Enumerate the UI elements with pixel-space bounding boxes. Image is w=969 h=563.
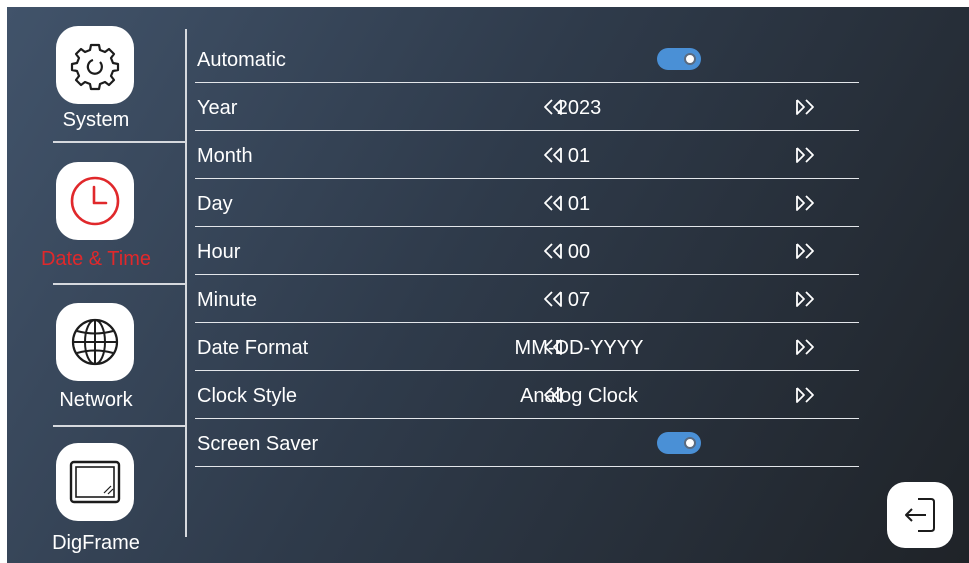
setting-row-month: Month 01 bbox=[195, 131, 859, 179]
toggle-knob bbox=[684, 53, 696, 65]
setting-label: Minute bbox=[197, 289, 258, 311]
setting-label: Date Format bbox=[197, 337, 309, 359]
double-chevron-right-icon[interactable] bbox=[793, 287, 817, 311]
day-value: 01 bbox=[567, 193, 591, 215]
sidebar-item-digframe[interactable]: DigFrame bbox=[7, 427, 185, 563]
settings-screen: System Date & Time Network DigFrame Auto… bbox=[7, 7, 969, 563]
setting-row-clock-style: Clock Style Analog Clock bbox=[195, 371, 859, 419]
clock-icon bbox=[56, 162, 134, 240]
setting-label: Screen Saver bbox=[197, 433, 319, 455]
sidebar-item-date-time[interactable]: Date & Time bbox=[7, 147, 185, 287]
sidebar-divider bbox=[53, 283, 185, 285]
exit-icon bbox=[905, 498, 935, 532]
globe-icon bbox=[56, 303, 134, 381]
sidebar-divider bbox=[53, 141, 185, 143]
date-time-settings-list: Automatic Year 2023 Month 01 Day 01 Hour… bbox=[195, 35, 859, 467]
double-chevron-right-icon[interactable] bbox=[793, 143, 817, 167]
double-chevron-right-icon[interactable] bbox=[793, 191, 817, 215]
setting-label: Clock Style bbox=[197, 385, 298, 407]
setting-row-automatic: Automatic bbox=[195, 35, 859, 83]
sidebar-vertical-divider bbox=[185, 29, 187, 537]
setting-label: Year bbox=[197, 97, 238, 119]
setting-label: Automatic bbox=[197, 49, 286, 71]
toggle-knob bbox=[684, 437, 696, 449]
automatic-toggle[interactable] bbox=[657, 48, 701, 70]
picture-frame-icon bbox=[56, 443, 134, 521]
sidebar-item-label: Network bbox=[59, 389, 133, 411]
double-chevron-right-icon[interactable] bbox=[793, 335, 817, 359]
gear-icon bbox=[56, 26, 134, 104]
setting-row-date-format: Date Format MM-DD-YYYY bbox=[195, 323, 859, 371]
sidebar-item-system[interactable]: System bbox=[7, 7, 185, 147]
double-chevron-right-icon[interactable] bbox=[793, 239, 817, 263]
setting-label: Month bbox=[197, 145, 253, 167]
setting-row-screen-saver: Screen Saver bbox=[195, 419, 859, 467]
double-chevron-right-icon[interactable] bbox=[793, 383, 817, 407]
sidebar: System Date & Time Network DigFrame bbox=[7, 7, 185, 563]
setting-row-minute: Minute 07 bbox=[195, 275, 859, 323]
clock-style-value: Analog Clock bbox=[520, 385, 638, 407]
setting-row-year: Year 2023 bbox=[195, 83, 859, 131]
minute-value: 07 bbox=[567, 289, 591, 311]
setting-row-hour: Hour 00 bbox=[195, 227, 859, 275]
setting-row-day: Day 01 bbox=[195, 179, 859, 227]
exit-button[interactable] bbox=[887, 482, 953, 548]
sidebar-item-label: DigFrame bbox=[52, 532, 140, 554]
sidebar-item-label: System bbox=[62, 109, 130, 131]
year-value: 2023 bbox=[556, 97, 602, 119]
double-chevron-right-icon[interactable] bbox=[793, 95, 817, 119]
date-format-value: MM-DD-YYYY bbox=[514, 337, 644, 359]
sidebar-item-network[interactable]: Network bbox=[7, 287, 185, 427]
setting-label: Day bbox=[197, 193, 233, 215]
month-value: 01 bbox=[567, 145, 591, 167]
setting-label: Hour bbox=[197, 241, 241, 263]
hour-value: 00 bbox=[567, 241, 591, 263]
screen-saver-toggle[interactable] bbox=[657, 432, 701, 454]
sidebar-item-label: Date & Time bbox=[40, 248, 152, 270]
